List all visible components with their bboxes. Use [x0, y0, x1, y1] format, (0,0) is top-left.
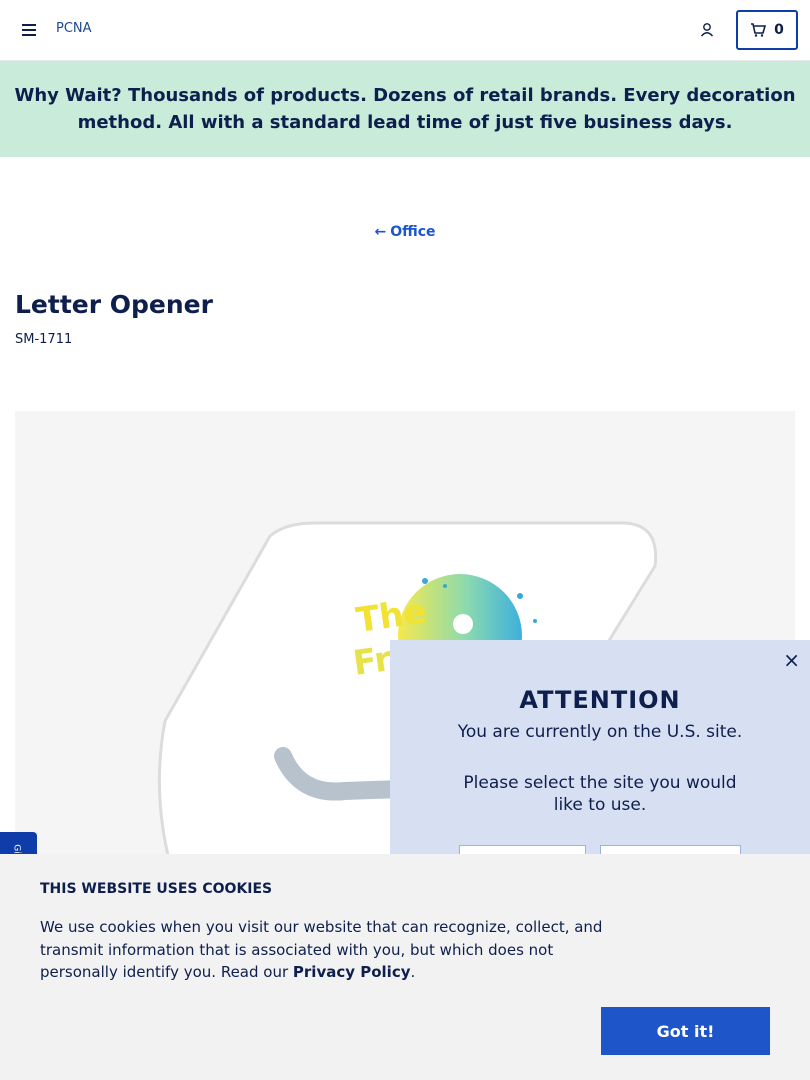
close-icon[interactable]: ×	[783, 648, 800, 672]
site-select-modal: × ATTENTION You are currently on the U.S…	[390, 640, 810, 877]
banner-lead: Why Wait?	[14, 85, 122, 106]
modal-current-site-text: You are currently on the U.S. site.	[457, 722, 743, 742]
product-sku: SM-1711	[15, 332, 73, 347]
cart-count: 0	[774, 22, 784, 38]
cookie-period: .	[410, 963, 416, 981]
menu-icon[interactable]	[20, 20, 38, 40]
got-it-button[interactable]: Got it!	[601, 1007, 770, 1055]
promo-banner: Why Wait? Thousands of products. Dozens …	[0, 61, 810, 157]
side-tab-label: Gi	[11, 844, 22, 854]
banner-text: Thousands of products. Dozens of retail …	[77, 85, 796, 133]
modal-title: ATTENTION	[519, 686, 681, 714]
product-title: Letter Opener	[15, 290, 213, 319]
back-link-label: Office	[390, 224, 436, 240]
svg-text:Fr: Fr	[351, 639, 394, 684]
modal-select-site-text: Please select the site you would like to…	[463, 773, 737, 815]
cookie-text: We use cookies when you visit our websit…	[40, 916, 620, 984]
cart-icon	[751, 23, 767, 37]
back-link-office[interactable]: ← Office	[0, 224, 810, 240]
privacy-policy-link[interactable]: Privacy Policy	[293, 963, 411, 981]
pcna-logo[interactable]: PCNA	[56, 21, 92, 36]
cookie-title: THIS WEBSITE USES COOKIES	[40, 881, 273, 897]
cart-button[interactable]: 0	[736, 10, 798, 50]
site-header: PCNA 0	[0, 0, 810, 61]
arrow-left-icon: ←	[374, 224, 387, 240]
account-icon[interactable]	[698, 20, 718, 40]
cookie-banner: THIS WEBSITE USES COOKIES We use cookies…	[0, 854, 810, 1080]
